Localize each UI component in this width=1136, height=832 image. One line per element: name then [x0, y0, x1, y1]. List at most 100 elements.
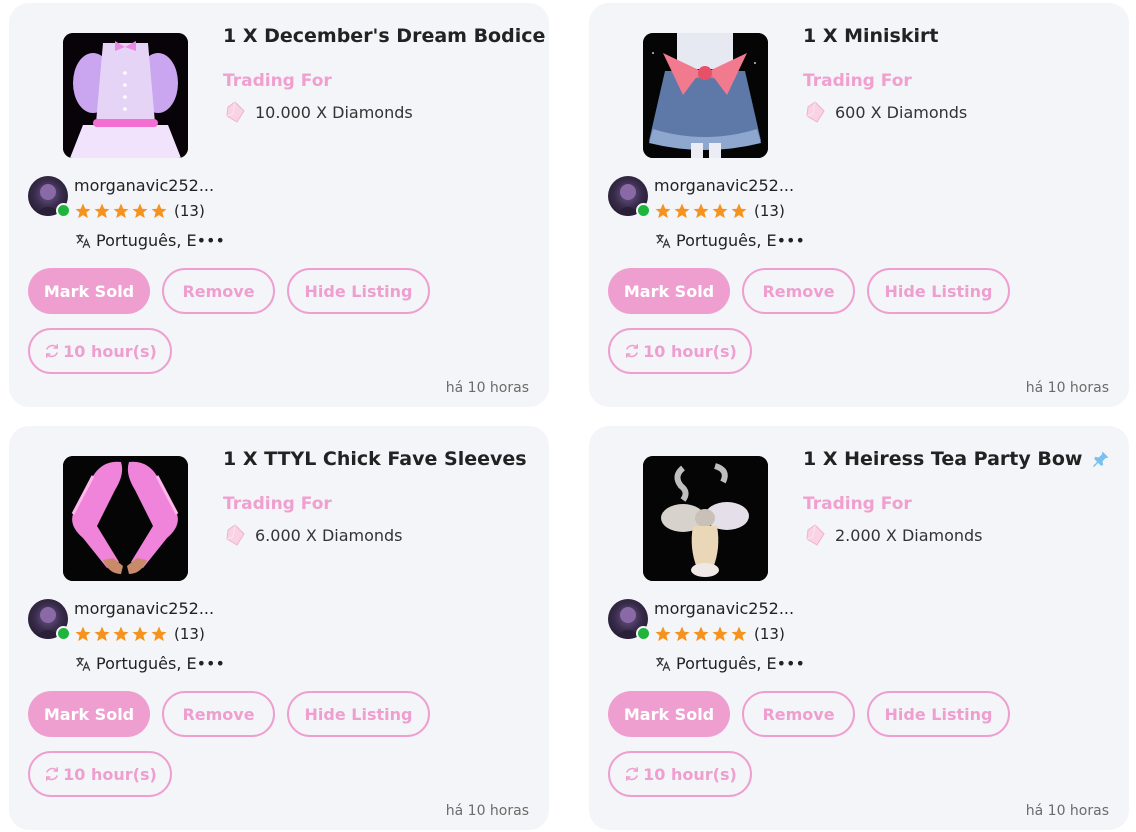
- listing-title: 1 X Miniskirt: [803, 25, 938, 47]
- miniskirt-image: [643, 33, 768, 158]
- bump-timer-button[interactable]: 10 hour(s): [608, 328, 752, 374]
- timer-text: 10 hour(s): [63, 764, 157, 784]
- remove-button[interactable]: Remove: [742, 691, 855, 737]
- star-icon: [74, 625, 92, 643]
- mark-sold-button[interactable]: Mark Sold: [28, 691, 150, 737]
- hide-listing-button[interactable]: Hide Listing: [867, 691, 1010, 737]
- seller-rating: (13): [74, 202, 205, 220]
- seller-username[interactable]: morganavic252...: [654, 176, 794, 195]
- trading-for-label: Trading For: [223, 494, 332, 514]
- listing-card: 1 X December's Dream Bodice Trading For …: [9, 3, 549, 407]
- translate-icon: [74, 232, 92, 250]
- diamond-icon: [223, 523, 247, 547]
- refresh-icon: [43, 765, 61, 783]
- star-icon: [93, 202, 111, 220]
- star-icon: [131, 202, 149, 220]
- star-icon: [654, 202, 672, 220]
- listing-title-text: 1 X Heiress Tea Party Bow: [803, 448, 1083, 470]
- remove-button[interactable]: Remove: [162, 691, 275, 737]
- mark-sold-button[interactable]: Mark Sold: [608, 268, 730, 314]
- price-text: 10.000 X Diamonds: [255, 102, 413, 122]
- timer-text: 10 hour(s): [643, 341, 737, 361]
- hide-listing-button[interactable]: Hide Listing: [287, 691, 430, 737]
- seller-rating: (13): [654, 202, 785, 220]
- seller-languages: Português, E•••: [654, 654, 805, 673]
- item-thumbnail[interactable]: [63, 456, 188, 581]
- refresh-icon: [623, 765, 641, 783]
- listing-title-text: 1 X TTYL Chick Fave Sleeves: [223, 448, 527, 470]
- diamond-icon: [803, 523, 827, 547]
- seller-rating: (13): [74, 625, 205, 643]
- bump-timer-button[interactable]: 10 hour(s): [608, 751, 752, 797]
- price-row: 600 X Diamonds: [803, 100, 967, 124]
- translate-icon: [654, 655, 672, 673]
- sleeves-image: [63, 456, 188, 581]
- languages-text: Português, E•••: [96, 654, 225, 673]
- mark-sold-button[interactable]: Mark Sold: [608, 691, 730, 737]
- refresh-icon: [43, 342, 61, 360]
- diamond-icon: [803, 100, 827, 124]
- listing-title-text: 1 X Miniskirt: [803, 25, 939, 47]
- seller-languages: Português, E•••: [654, 231, 805, 250]
- star-icon: [673, 202, 691, 220]
- item-thumbnail[interactable]: [63, 33, 188, 158]
- price-row: 2.000 X Diamonds: [803, 523, 983, 547]
- online-status-dot: [636, 626, 651, 641]
- price-text: 6.000 X Diamonds: [255, 525, 403, 545]
- price-row: 6.000 X Diamonds: [223, 523, 403, 547]
- bodice-image: [63, 33, 188, 158]
- listings-grid: 1 X December's Dream Bodice Trading For …: [0, 0, 1136, 832]
- posted-time: há 10 horas: [1025, 803, 1109, 819]
- star-icon: [74, 202, 92, 220]
- trading-for-label: Trading For: [803, 71, 912, 91]
- star-icon: [711, 202, 729, 220]
- seller-rating: (13): [654, 625, 785, 643]
- languages-text: Português, E•••: [676, 654, 805, 673]
- listing-card: 1 X TTYL Chick Fave Sleeves Trading For …: [9, 426, 549, 830]
- rating-count: (13): [174, 625, 205, 643]
- remove-button[interactable]: Remove: [162, 268, 275, 314]
- listing-title: 1 X TTYL Chick Fave Sleeves: [223, 448, 527, 470]
- star-icon: [692, 202, 710, 220]
- star-icon: [150, 625, 168, 643]
- bump-timer-button[interactable]: 10 hour(s): [28, 328, 172, 374]
- seller-username[interactable]: morganavic252...: [654, 599, 794, 618]
- posted-time: há 10 horas: [1025, 380, 1109, 396]
- hide-listing-button[interactable]: Hide Listing: [867, 268, 1010, 314]
- listing-card: 1 X Heiress Tea Party Bow Trading For 2.…: [589, 426, 1129, 830]
- seller-languages: Português, E•••: [74, 654, 225, 673]
- seller-username[interactable]: morganavic252...: [74, 176, 214, 195]
- seller-username[interactable]: morganavic252...: [74, 599, 214, 618]
- remove-button[interactable]: Remove: [742, 268, 855, 314]
- timer-text: 10 hour(s): [643, 764, 737, 784]
- timer-text: 10 hour(s): [63, 341, 157, 361]
- star-icon: [93, 625, 111, 643]
- price-row: 10.000 X Diamonds: [223, 100, 413, 124]
- star-icon: [711, 625, 729, 643]
- trading-for-label: Trading For: [223, 71, 332, 91]
- online-status-dot: [56, 203, 71, 218]
- star-icon: [730, 202, 748, 220]
- rating-count: (13): [754, 625, 785, 643]
- tea-party-bow-image: [643, 456, 768, 581]
- star-icon: [150, 202, 168, 220]
- posted-time: há 10 horas: [445, 380, 529, 396]
- star-icon: [131, 625, 149, 643]
- diamond-icon: [223, 100, 247, 124]
- star-icon: [673, 625, 691, 643]
- listing-title: 1 X Heiress Tea Party Bow: [803, 448, 1110, 470]
- item-thumbnail[interactable]: [643, 456, 768, 581]
- translate-icon: [654, 232, 672, 250]
- languages-text: Português, E•••: [96, 231, 225, 250]
- pin-icon[interactable]: [1092, 450, 1110, 468]
- bump-timer-button[interactable]: 10 hour(s): [28, 751, 172, 797]
- mark-sold-button[interactable]: Mark Sold: [28, 268, 150, 314]
- star-icon: [730, 625, 748, 643]
- trading-for-label: Trading For: [803, 494, 912, 514]
- item-thumbnail[interactable]: [643, 33, 768, 158]
- rating-count: (13): [174, 202, 205, 220]
- star-icon: [654, 625, 672, 643]
- rating-count: (13): [754, 202, 785, 220]
- hide-listing-button[interactable]: Hide Listing: [287, 268, 430, 314]
- translate-icon: [74, 655, 92, 673]
